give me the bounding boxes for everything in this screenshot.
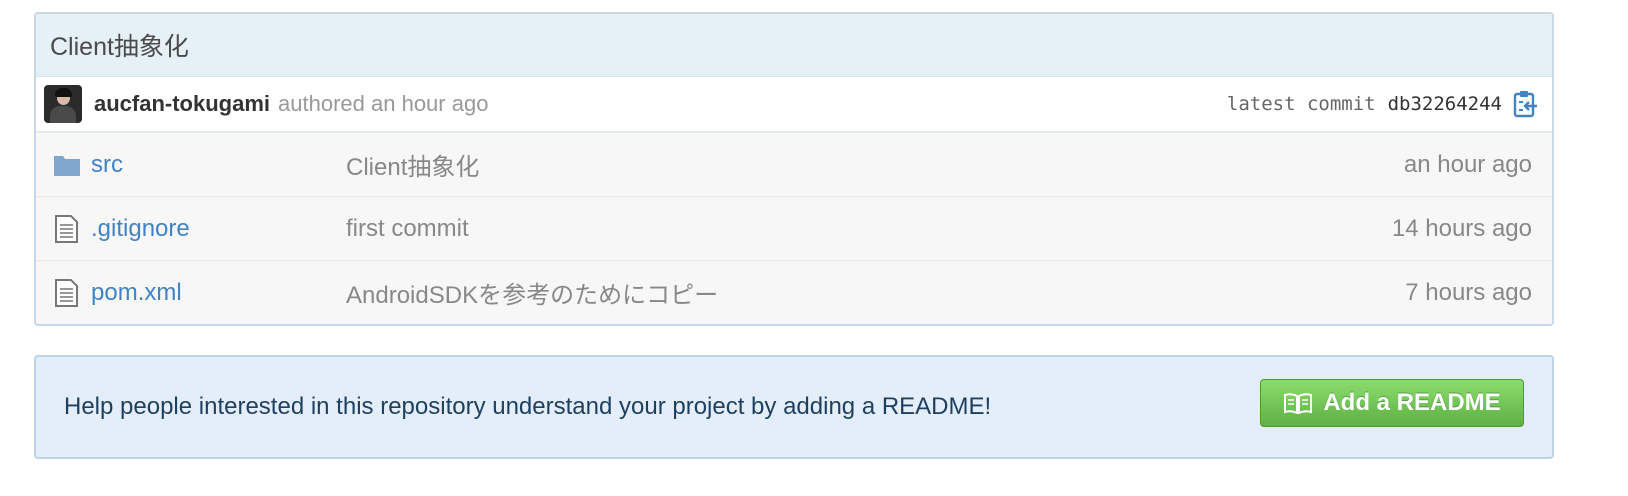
file-name-link[interactable]: src: [91, 151, 123, 179]
readme-prompt-text: Help people interested in this repositor…: [64, 393, 992, 420]
folder-icon: [53, 150, 81, 180]
file-commit-message[interactable]: AndroidSDKを参考のためにコピー: [346, 275, 718, 310]
commit-title[interactable]: Client抽象化: [50, 27, 189, 63]
file-icon: [53, 278, 81, 308]
file-icon: [53, 214, 81, 244]
latest-commit-label: latest commit: [1226, 93, 1376, 115]
clipboard-icon[interactable]: [1512, 89, 1538, 119]
avatar[interactable]: [44, 85, 82, 123]
file-row: src Client抽象化 an hour ago: [36, 133, 1552, 197]
commit-sha[interactable]: db32264244: [1388, 93, 1502, 115]
file-name-link[interactable]: .gitignore: [91, 215, 190, 243]
file-commit-message[interactable]: first commit: [346, 215, 469, 243]
readme-prompt-box: Help people interested in this repositor…: [34, 355, 1554, 459]
commit-title-bar: Client抽象化: [36, 14, 1552, 77]
file-row: .gitignore first commit 14 hours ago: [36, 197, 1552, 261]
file-age: an hour ago: [1403, 150, 1532, 178]
file-browser: Client抽象化 aucfan-tokugami authored an ho…: [34, 12, 1554, 326]
file-age: 14 hours ago: [1391, 214, 1532, 242]
add-readme-button[interactable]: Add a README: [1260, 379, 1524, 427]
add-readme-label: Add a README: [1323, 389, 1501, 416]
book-icon: [1283, 392, 1313, 415]
commit-meta: aucfan-tokugami authored an hour ago lat…: [36, 77, 1552, 133]
file-row: pom.xml AndroidSDKを参考のためにコピー 7 hours ago: [36, 261, 1552, 324]
commit-author[interactable]: aucfan-tokugami: [94, 91, 270, 117]
authored-time: authored an hour ago: [278, 91, 489, 116]
file-name-link[interactable]: pom.xml: [91, 279, 182, 307]
file-commit-message[interactable]: Client抽象化: [346, 147, 479, 182]
repo-content: Client抽象化 aucfan-tokugami authored an ho…: [34, 12, 1554, 459]
file-age: 7 hours ago: [1405, 278, 1532, 306]
